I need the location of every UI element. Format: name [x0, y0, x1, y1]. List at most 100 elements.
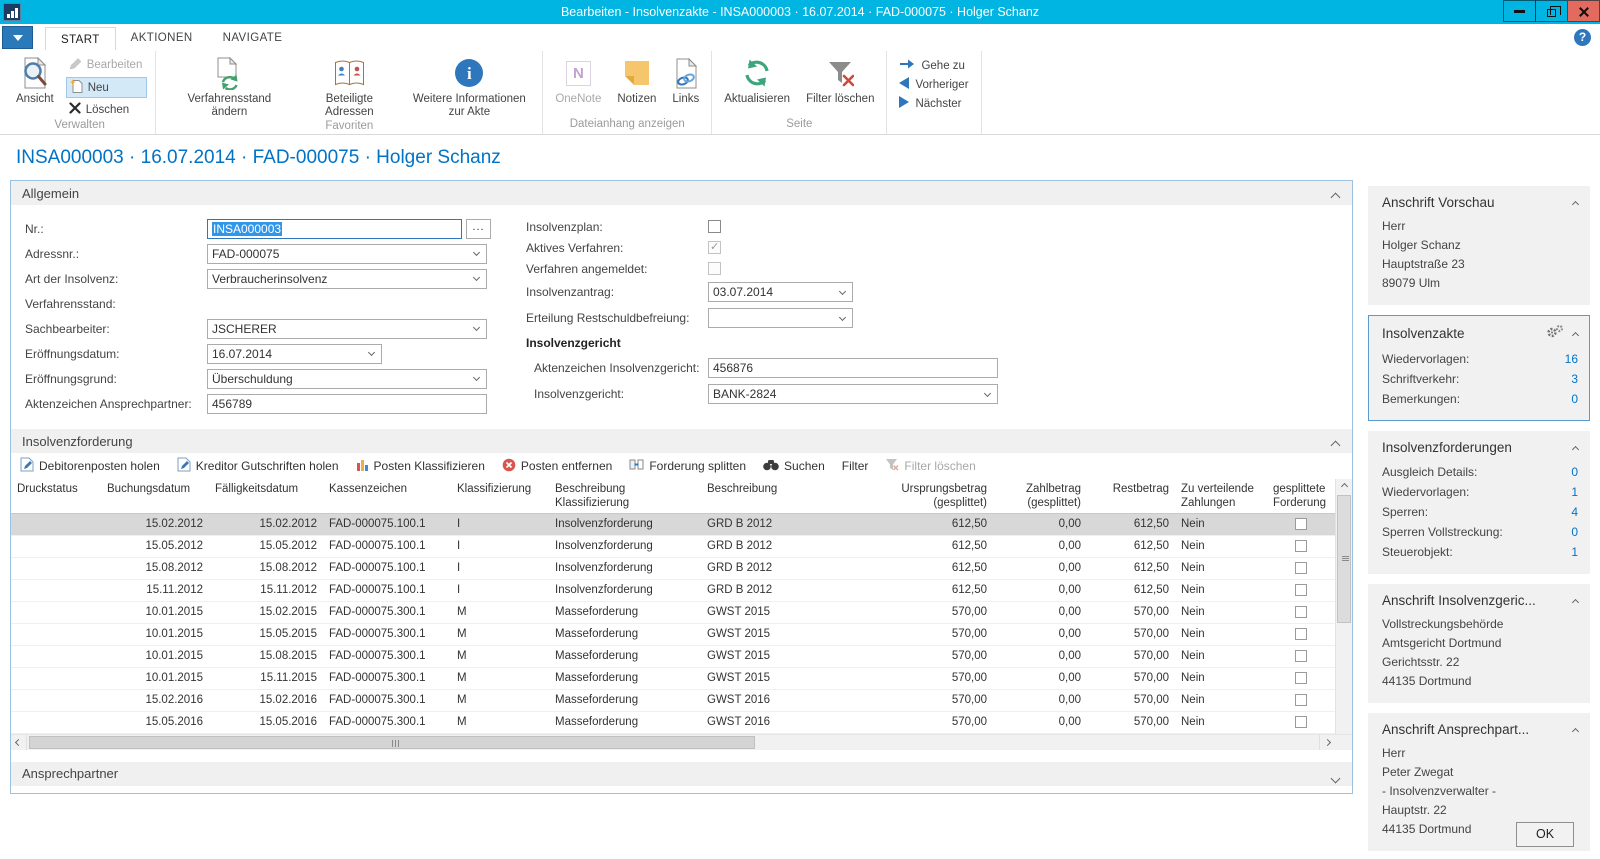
- table-cell[interactable]: 612,50: [1087, 557, 1175, 579]
- table-row[interactable]: 10.01.201515.11.2015FAD-000075.300.1MMas…: [11, 667, 1335, 689]
- table-cell[interactable]: GWST 2015: [701, 623, 871, 645]
- table-cell[interactable]: M: [451, 623, 549, 645]
- table-cell[interactable]: 0,00: [993, 667, 1087, 689]
- column-header[interactable]: gesplittete Forderung: [1267, 479, 1335, 513]
- table-cell[interactable]: 570,00: [1087, 601, 1175, 623]
- fact-value-link[interactable]: 1: [1571, 542, 1578, 562]
- beteiligte-adressen-button[interactable]: Beteiligte Adressen: [302, 53, 396, 119]
- table-cell[interactable]: 15.02.2012: [209, 513, 323, 535]
- table-cell[interactable]: Nein: [1175, 601, 1267, 623]
- table-cell[interactable]: 0,00: [993, 645, 1087, 667]
- gehe-zu-button[interactable]: Gehe zu: [899, 58, 968, 73]
- table-cell[interactable]: GWST 2016: [701, 711, 871, 733]
- column-header[interactable]: Klassifizierung: [451, 479, 549, 513]
- table-cell[interactable]: Nein: [1175, 557, 1267, 579]
- fact-value-link[interactable]: 0: [1571, 462, 1578, 482]
- table-cell[interactable]: FAD-000075.100.1: [323, 579, 451, 601]
- table-cell[interactable]: 0,00: [993, 579, 1087, 601]
- table-cell[interactable]: Insolvenzforderung: [549, 513, 701, 535]
- column-header[interactable]: Restbetrag: [1087, 479, 1175, 513]
- column-header[interactable]: Beschreibung: [701, 479, 871, 513]
- horizontal-scrollbar[interactable]: [11, 734, 1352, 750]
- column-header[interactable]: Ursprungsbetrag (gesplittet): [871, 479, 993, 513]
- fact-value-link[interactable]: 1: [1571, 482, 1578, 502]
- close-button[interactable]: [1567, 0, 1600, 22]
- app-menu-button[interactable]: [2, 26, 33, 49]
- erteilung-restschuldbefreiung-datepicker[interactable]: [708, 308, 853, 328]
- table-cell[interactable]: 570,00: [1087, 711, 1175, 733]
- table-cell[interactable]: GRD B 2012: [701, 535, 871, 557]
- table-row[interactable]: 15.11.201215.11.2012FAD-000075.100.1IIns…: [11, 579, 1335, 601]
- table-cell[interactable]: 15.05.2016: [101, 711, 209, 733]
- loeschen-button[interactable]: Löschen: [66, 101, 148, 118]
- aktenzeichen-ansprechpartner-input[interactable]: 456789: [207, 394, 487, 414]
- table-cell[interactable]: M: [451, 645, 549, 667]
- table-row[interactable]: 15.05.201215.05.2012FAD-000075.100.1IIns…: [11, 535, 1335, 557]
- factbox-title[interactable]: Anschrift Insolvenzgeric...: [1382, 593, 1536, 608]
- art-der-insolvenz-combobox[interactable]: Verbraucherinsolvenz: [207, 269, 487, 289]
- table-cell[interactable]: 570,00: [871, 645, 993, 667]
- fact-value-link[interactable]: 3: [1571, 369, 1578, 389]
- chevron-down-icon[interactable]: [469, 322, 484, 337]
- table-cell[interactable]: 612,50: [871, 535, 993, 557]
- table-row[interactable]: 10.01.201515.05.2015FAD-000075.300.1MMas…: [11, 623, 1335, 645]
- vertical-scrollbar-thumb[interactable]: [1337, 495, 1351, 623]
- table-cell[interactable]: M: [451, 667, 549, 689]
- collapse-chevron-icon[interactable]: [1573, 722, 1578, 737]
- fact-value-link[interactable]: 4: [1571, 502, 1578, 522]
- fasttab-ansprechpartner-header[interactable]: Ansprechpartner: [11, 762, 1352, 786]
- table-cell[interactable]: 0,00: [993, 623, 1087, 645]
- insolvenzgericht-combobox[interactable]: BANK-2824: [708, 384, 998, 404]
- insolvenzplan-checkbox[interactable]: [708, 220, 721, 233]
- collapse-chevron-icon[interactable]: [1573, 326, 1578, 341]
- table-cell[interactable]: Insolvenzforderung: [549, 557, 701, 579]
- scroll-up-button[interactable]: [1336, 479, 1352, 494]
- table-row[interactable]: 10.01.201515.02.2015FAD-000075.300.1MMas…: [11, 601, 1335, 623]
- collapse-chevron-icon[interactable]: [1573, 440, 1578, 455]
- adressnr-combobox[interactable]: FAD-000075: [207, 244, 487, 264]
- table-cell[interactable]: FAD-000075.100.1: [323, 535, 451, 557]
- table-cell[interactable]: [11, 667, 101, 689]
- chevron-down-icon[interactable]: [469, 272, 484, 287]
- forderung-splitten-button[interactable]: Forderung splitten: [629, 458, 746, 474]
- table-cell[interactable]: [11, 579, 101, 601]
- vorheriger-button[interactable]: Vorheriger: [899, 77, 968, 92]
- table-cell[interactable]: [11, 711, 101, 733]
- table-row[interactable]: 15.08.201215.08.2012FAD-000075.100.1IIns…: [11, 557, 1335, 579]
- table-cell[interactable]: 15.02.2015: [209, 601, 323, 623]
- verfahrensstand-aendern-button[interactable]: Verfahrensstand ändern: [164, 53, 294, 119]
- table-cell[interactable]: 15.02.2016: [101, 689, 209, 711]
- table-cell[interactable]: 15.11.2012: [101, 579, 209, 601]
- table-cell[interactable]: [11, 601, 101, 623]
- fact-value-link[interactable]: 0: [1571, 389, 1578, 409]
- table-cell[interactable]: 612,50: [871, 513, 993, 535]
- table-cell[interactable]: 10.01.2015: [101, 623, 209, 645]
- table-cell[interactable]: 570,00: [1087, 645, 1175, 667]
- table-cell[interactable]: Nein: [1175, 513, 1267, 535]
- table-cell[interactable]: FAD-000075.300.1: [323, 711, 451, 733]
- table-cell[interactable]: 15.05.2015: [209, 623, 323, 645]
- collapse-chevron-icon[interactable]: [1332, 437, 1339, 452]
- table-cell[interactable]: 0,00: [993, 535, 1087, 557]
- help-icon[interactable]: ?: [1574, 29, 1591, 46]
- table-cell[interactable]: GWST 2015: [701, 667, 871, 689]
- table-cell[interactable]: 612,50: [871, 579, 993, 601]
- filter-loeschen-button[interactable]: Filter löschen: [802, 53, 878, 106]
- chevron-down-icon[interactable]: [835, 285, 850, 300]
- column-header[interactable]: Fälligkeitsdatum: [209, 479, 323, 513]
- table-cell[interactable]: FAD-000075.300.1: [323, 623, 451, 645]
- column-header[interactable]: Zu verteilende Zahlungen: [1175, 479, 1267, 513]
- table-cell[interactable]: 0,00: [993, 557, 1087, 579]
- collapse-chevron-icon[interactable]: [1332, 189, 1339, 204]
- neu-button[interactable]: Neu: [66, 77, 148, 98]
- table-row[interactable]: 15.02.201615.02.2016FAD-000075.300.1MMas…: [11, 689, 1335, 711]
- table-cell[interactable]: 570,00: [871, 711, 993, 733]
- table-cell[interactable]: [11, 557, 101, 579]
- table-cell[interactable]: I: [451, 557, 549, 579]
- table-cell[interactable]: Masseforderung: [549, 667, 701, 689]
- table-cell[interactable]: 15.05.2016: [209, 711, 323, 733]
- posten-klassifizieren-button[interactable]: Posten Klassifizieren: [356, 458, 485, 474]
- collapse-chevron-icon[interactable]: [1573, 593, 1578, 608]
- tab-aktionen[interactable]: AKTIONEN: [116, 26, 208, 50]
- table-cell[interactable]: GWST 2015: [701, 601, 871, 623]
